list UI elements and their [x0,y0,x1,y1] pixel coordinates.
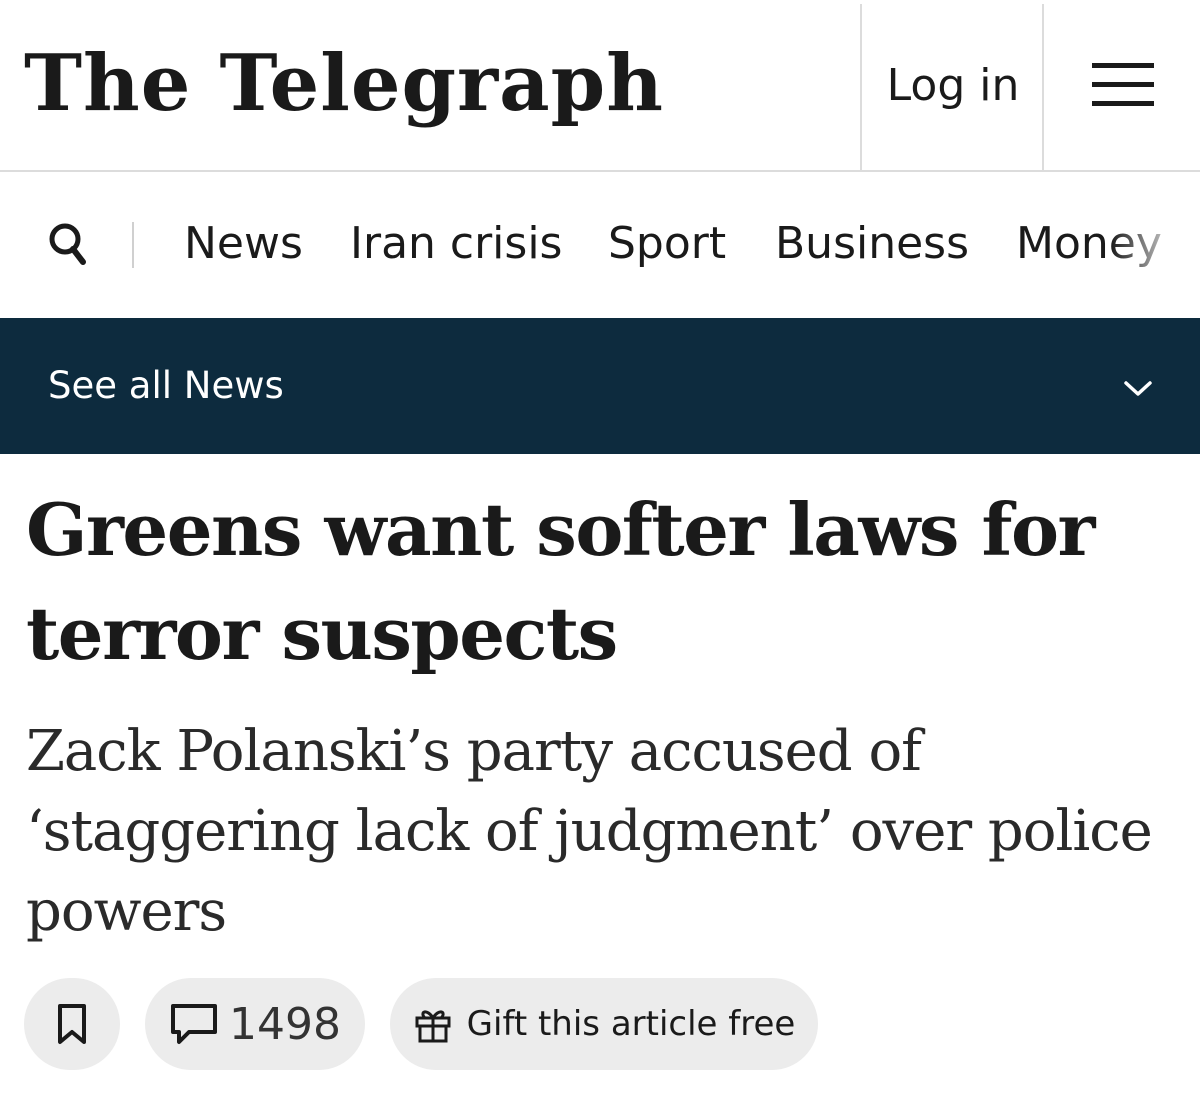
comment-count: 1498 [229,998,341,1050]
article-standfirst: Zack Polanski’s party accused of ‘stagge… [26,719,1153,944]
menu-button[interactable] [1046,0,1200,170]
nav-overflow-fade [1110,202,1200,292]
nav-item-iran-crisis[interactable]: Iran crisis [350,212,562,276]
telegraph-logo[interactable]: The Telegraph [24,34,664,134]
gift-article-label: Gift this article free [466,1004,796,1044]
section-nav: News Iran crisis Sport Business Money [0,172,1200,318]
article-headline: Greens want softer laws for terror suspe… [26,487,1095,676]
see-all-news-bar[interactable]: See all News [0,318,1200,454]
nav-separator [132,222,134,268]
gift-article-button[interactable]: Gift this article free [390,978,818,1070]
hamburger-menu-icon [1092,63,1154,106]
bookmark-icon [58,1004,86,1044]
comments-button[interactable]: 1498 [145,978,365,1070]
see-all-news-label: See all News [48,364,284,407]
comment-icon [171,1004,217,1044]
nav-item-sport[interactable]: Sport [608,212,726,276]
search-icon [49,223,86,265]
masthead-divider [1042,4,1044,170]
masthead: The Telegraph Log in [0,0,1200,172]
gift-icon [415,1010,451,1043]
bookmark-button[interactable] [24,978,120,1070]
chevron-down-icon [1124,381,1152,396]
nav-item-business[interactable]: Business [775,212,969,276]
nav-item-news[interactable]: News [184,212,303,276]
login-button[interactable]: Log in [862,0,1044,170]
search-button[interactable] [40,217,96,273]
